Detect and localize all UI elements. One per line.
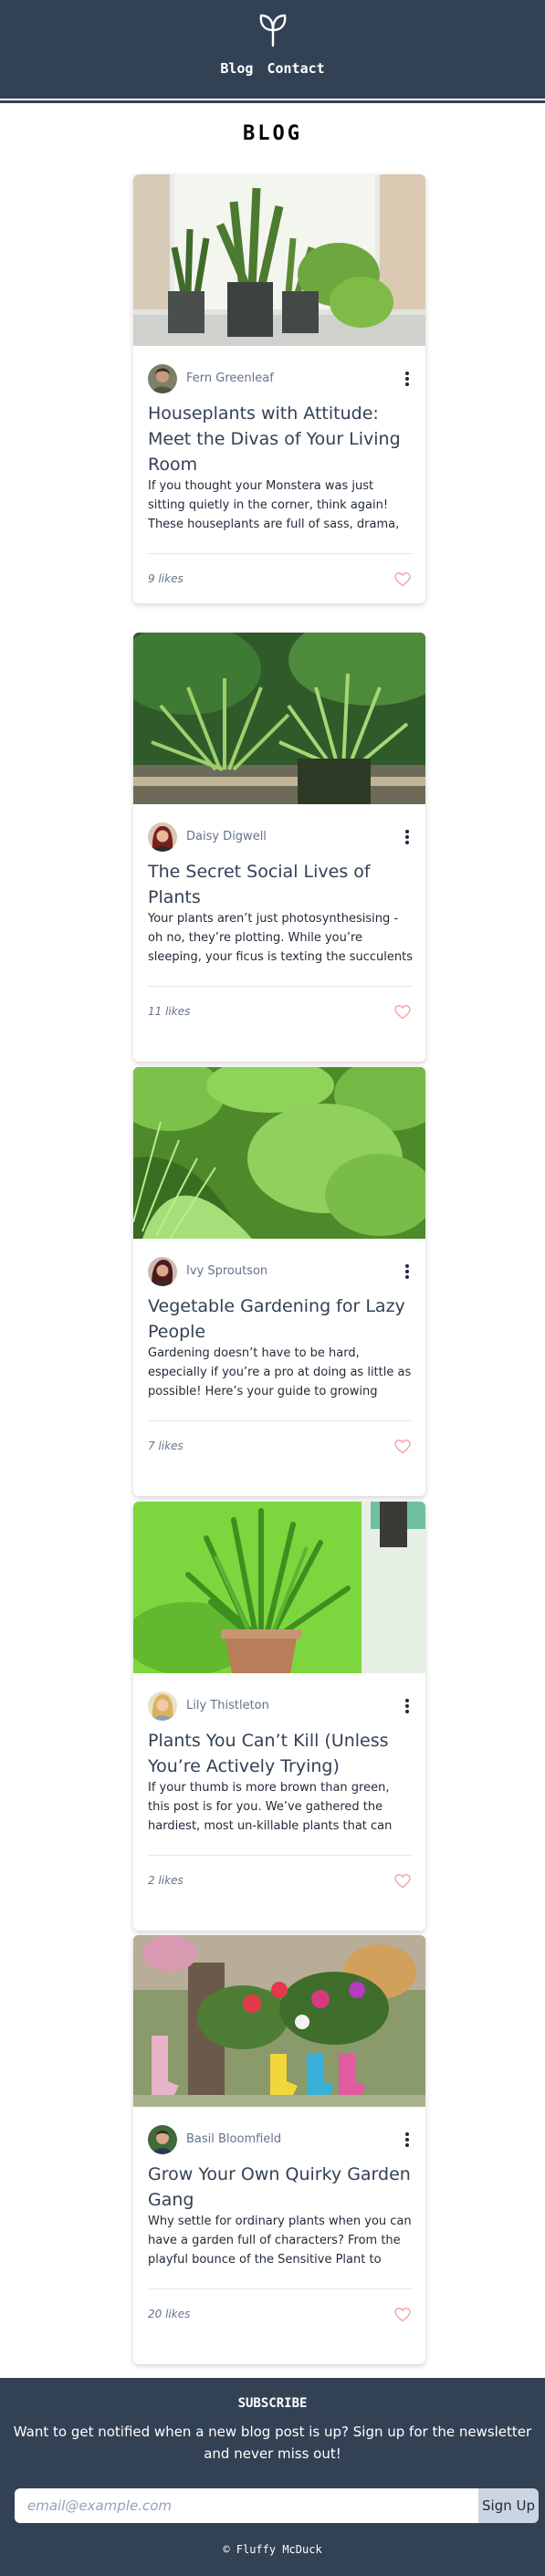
post-image[interactable] [133, 1935, 425, 2107]
author-row: Ivy Sproutson [148, 1257, 413, 1286]
post-title[interactable]: The Secret Social Lives of Plants [148, 859, 413, 910]
more-options-icon[interactable] [402, 1262, 413, 1281]
page-title: BLOG [243, 122, 302, 145]
likes-count: 9 likes [148, 572, 183, 585]
more-options-icon[interactable] [402, 370, 413, 388]
nav-blog-link[interactable]: Blog [220, 60, 253, 77]
author-row: Daisy Digwell [148, 822, 413, 852]
author-name[interactable]: Ivy Sproutson [186, 1264, 267, 1278]
post-title[interactable]: Plants You Can’t Kill (Unless You’re Act… [148, 1728, 413, 1779]
author-avatar[interactable] [148, 822, 177, 852]
author-name[interactable]: Basil Bloomfield [186, 2132, 281, 2146]
card-divider [148, 1855, 413, 1856]
post-excerpt: Why settle for ordinary plants when you … [148, 2215, 412, 2267]
post-image[interactable] [133, 1067, 425, 1239]
blog-post-card[interactable]: Fern Greenleaf Houseplants with Attitude… [133, 174, 425, 603]
heart-icon[interactable] [394, 2308, 411, 2322]
card-divider [148, 986, 413, 987]
email-input[interactable] [15, 2488, 478, 2523]
likes-count: 11 likes [148, 1005, 191, 1018]
sign-up-button[interactable]: Sign Up [478, 2488, 539, 2523]
post-excerpt: If your thumb is more brown than green, … [148, 1781, 393, 1833]
blog-post-card[interactable]: Ivy Sproutson Vegetable Gardening for La… [133, 1067, 425, 1496]
heart-icon[interactable] [394, 1005, 411, 1020]
post-excerpt: If you thought your Monstera was just si… [148, 479, 400, 531]
card-divider [148, 2288, 413, 2289]
heart-icon[interactable] [394, 1874, 411, 1889]
author-name[interactable]: Fern Greenleaf [186, 372, 274, 385]
likes-count: 20 likes [148, 2308, 191, 2320]
post-excerpt: Your plants aren’t just photosynthesisin… [148, 912, 413, 964]
author-row: Basil Bloomfield [148, 2125, 413, 2154]
author-avatar[interactable] [148, 1257, 177, 1286]
sprout-icon[interactable] [258, 13, 288, 47]
blog-post-card[interactable]: Daisy Digwell The Secret Social Lives of… [133, 633, 425, 1062]
more-options-icon[interactable] [402, 2131, 413, 2149]
heart-icon[interactable] [394, 1440, 411, 1454]
header-divider [0, 99, 545, 103]
post-excerpt: Gardening doesn’t have to be hard, espec… [148, 1346, 412, 1398]
author-name[interactable]: Lily Thistleton [186, 1699, 269, 1712]
likes-count: 2 likes [148, 1874, 183, 1887]
site-header: Blog Contact [0, 0, 545, 99]
post-title[interactable]: Houseplants with Attitude: Meet the Diva… [148, 401, 413, 477]
subscribe-description: Want to get notified when a new blog pos… [13, 2424, 532, 2462]
heart-icon[interactable] [394, 572, 411, 587]
blog-post-card[interactable]: Lily Thistleton Plants You Can’t Kill (U… [133, 1502, 425, 1931]
author-avatar[interactable] [148, 364, 177, 393]
post-title[interactable]: Vegetable Gardening for Lazy People [148, 1293, 413, 1345]
post-image[interactable] [133, 174, 425, 346]
author-avatar[interactable] [148, 2125, 177, 2154]
blog-post-card[interactable]: Basil Bloomfield Grow Your Own Quirky Ga… [133, 1935, 425, 2364]
more-options-icon[interactable] [402, 828, 413, 846]
card-divider [148, 1420, 413, 1421]
nav-contact-link[interactable]: Contact [267, 60, 324, 77]
author-name[interactable]: Daisy Digwell [186, 830, 267, 843]
copyright-text: © Fluffy McDuck [223, 2543, 322, 2556]
post-image[interactable] [133, 1502, 425, 1673]
main-nav: Blog Contact [0, 60, 545, 77]
author-row: Lily Thistleton [148, 1691, 413, 1721]
author-row: Fern Greenleaf [148, 364, 413, 393]
subscribe-heading: SUBSCRIBE [237, 2396, 308, 2411]
more-options-icon[interactable] [402, 1697, 413, 1715]
likes-count: 7 likes [148, 1440, 183, 1452]
post-title[interactable]: Grow Your Own Quirky Garden Gang [148, 2162, 413, 2213]
post-image[interactable] [133, 633, 425, 804]
card-divider [148, 553, 413, 554]
author-avatar[interactable] [148, 1691, 177, 1721]
